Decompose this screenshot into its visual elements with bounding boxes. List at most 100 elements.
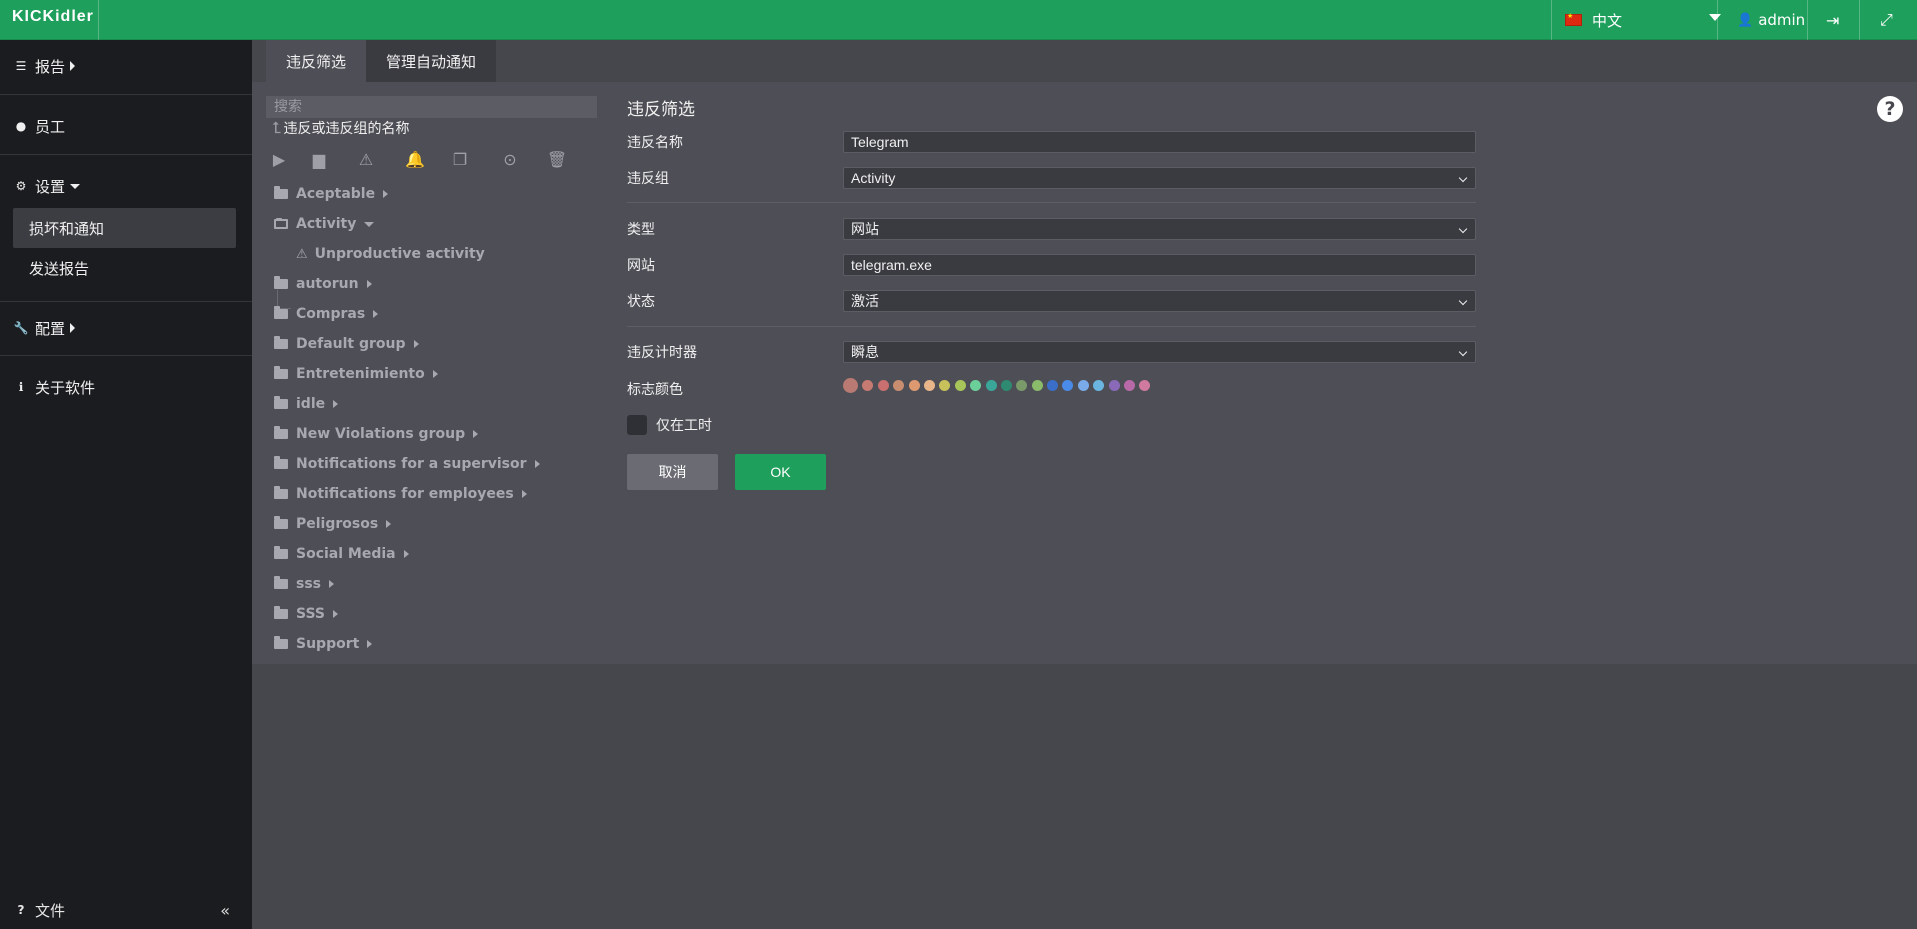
divider — [627, 202, 1476, 203]
chevron-right-icon — [373, 310, 379, 318]
app-logo[interactable]: KICKidler — [12, 8, 94, 26]
add-notification-icon[interactable]: 🔔 — [402, 146, 428, 172]
chevron-right-icon — [473, 430, 479, 438]
tree-item-label: Default group — [296, 336, 406, 352]
status-select[interactable]: 激活 — [843, 290, 1476, 312]
color-swatch[interactable] — [1047, 380, 1059, 391]
add-folder-icon[interactable]: ▆ — [306, 146, 332, 172]
tree-item-folder[interactable]: Default group — [274, 332, 419, 356]
tree-item-violation[interactable]: ⚠ Unproductive activity — [296, 242, 485, 266]
color-swatch[interactable] — [1124, 380, 1136, 391]
field-label-website: 网站 — [627, 258, 655, 274]
folder-icon — [274, 456, 288, 469]
color-swatch[interactable] — [843, 378, 858, 393]
folder-icon — [274, 306, 288, 319]
color-swatch[interactable] — [954, 380, 966, 391]
violation-timer-select[interactable]: 瞬息 — [843, 341, 1476, 363]
working-hours-only-checkbox[interactable]: 仅在工时 — [627, 415, 712, 435]
color-swatch[interactable] — [1077, 380, 1089, 391]
tree-item-folder[interactable]: SSS — [274, 602, 338, 626]
website-input[interactable]: telegram.exe — [843, 254, 1476, 276]
question-icon: ? — [17, 903, 25, 917]
chevron-right-icon — [534, 460, 540, 468]
tree-item-folder[interactable]: idle — [274, 392, 339, 416]
color-swatch[interactable] — [1062, 380, 1074, 391]
tree-item-label: sss — [296, 576, 321, 592]
violation-name-input[interactable]: Telegram — [843, 131, 1476, 153]
tree-item-folder[interactable]: Social Media — [274, 542, 409, 566]
wrench-icon: 🔧 — [13, 321, 29, 335]
tree-search-input[interactable] — [266, 96, 597, 118]
color-swatch[interactable] — [1000, 380, 1012, 391]
tree-item-folder[interactable]: Activity — [274, 212, 375, 236]
chevron-right-icon — [333, 610, 338, 618]
tree-item-folder[interactable]: Peligrosos — [274, 512, 392, 536]
divider — [0, 355, 252, 356]
chevron-right-icon — [70, 323, 76, 333]
color-swatch[interactable] — [1139, 380, 1151, 391]
divider — [0, 301, 252, 302]
cancel-button[interactable]: 取消 — [627, 454, 718, 490]
tree-item-folder[interactable]: Support — [274, 632, 373, 656]
chevron-right-icon — [432, 370, 438, 378]
sidebar-item-files[interactable]: ? 文件 « — [0, 890, 252, 929]
color-swatch[interactable] — [1016, 380, 1028, 391]
tree-item-label: Notifications for a supervisor — [296, 456, 527, 472]
sidebar-item-label: 文件 — [35, 901, 66, 920]
color-swatch[interactable] — [1108, 380, 1120, 391]
sidebar-item-about[interactable]: ℹ 关于软件 — [0, 367, 252, 407]
color-swatch[interactable] — [1031, 380, 1043, 391]
tree-item-folder[interactable]: Compras — [274, 302, 379, 326]
main-content: 违反筛选 管理自动通知 ⮤ 违反或违反组的名称 ▶ ▆ ⚠ 🔔 ❐ ⊙ 🗑 Ac… — [252, 40, 1917, 929]
type-select[interactable]: 网站 — [843, 218, 1476, 240]
checkbox-box[interactable] — [627, 415, 647, 435]
trash-icon[interactable]: 🗑 — [544, 146, 570, 172]
sidebar-item-label: 关于软件 — [35, 378, 96, 397]
field-label-violation-timer: 违反计时器 — [627, 345, 697, 361]
color-swatch[interactable] — [877, 380, 889, 391]
folder-icon — [274, 426, 288, 439]
tree-item-folder[interactable]: New Violations group — [274, 422, 479, 446]
user-menu[interactable]: 👤 admin — [1737, 0, 1805, 40]
tree-root[interactable]: ⮤ 违反或违反组的名称 — [272, 118, 409, 138]
add-violation-icon[interactable]: ⚠ — [353, 146, 379, 172]
tree-item-folder[interactable]: autorun — [274, 272, 372, 296]
tab-violation-filter[interactable]: 违反筛选 — [266, 40, 367, 82]
copy-icon[interactable]: ❐ — [447, 146, 473, 172]
expand-icon[interactable]: ⤢ — [1880, 0, 1893, 40]
tree-item-folder[interactable]: sss — [274, 572, 334, 596]
color-swatch[interactable] — [862, 380, 874, 391]
tree-item-folder[interactable]: Aceptable — [274, 182, 389, 206]
color-swatch[interactable] — [1093, 380, 1105, 391]
tree-item-folder[interactable]: Entretenimiento — [274, 362, 438, 386]
logout-icon[interactable]: ⇥ — [1826, 0, 1839, 40]
sidebar-item-config[interactable]: 🔧 配置 — [0, 308, 252, 348]
sidebar-item-send-reports[interactable]: 发送报告 — [13, 248, 236, 288]
color-swatch[interactable] — [908, 380, 920, 391]
tree-item-label: Compras — [296, 306, 366, 322]
help-icon[interactable]: ? — [1877, 96, 1903, 122]
color-swatch[interactable] — [970, 380, 982, 391]
tree-item-label: Notifications for employees — [296, 486, 514, 502]
color-swatch[interactable] — [893, 380, 905, 391]
violation-group-select[interactable]: Activity — [843, 167, 1476, 189]
collapse-sidebar-icon[interactable]: « — [220, 901, 230, 920]
sidebar-item-violations-notifications[interactable]: 损坏和通知 — [13, 208, 236, 248]
sidebar: ☰ 报告 ● 员工 ⚙ 设置 损坏和通知 发送报告 🔧 配置 ℹ 关于软件 ? … — [0, 40, 252, 929]
sidebar-item-employees[interactable]: ● 员工 — [0, 106, 252, 146]
tree-item-folder[interactable]: Notifications for employees — [274, 482, 527, 506]
play-icon[interactable]: ▶ — [266, 146, 292, 172]
language-select[interactable]: 中文 — [1565, 0, 1731, 40]
color-swatch[interactable] — [939, 380, 951, 391]
color-swatch[interactable] — [985, 380, 997, 391]
language-label: 中文 — [1592, 11, 1623, 30]
color-swatch[interactable] — [923, 380, 935, 391]
ok-button[interactable]: OK — [735, 454, 826, 490]
sidebar-item-reports[interactable]: ☰ 报告 — [0, 46, 252, 86]
sidebar-item-settings[interactable]: ⚙ 设置 — [0, 166, 252, 206]
warning-icon: ⚠ — [296, 246, 308, 262]
tree-item-folder[interactable]: Notifications for a supervisor — [274, 452, 540, 476]
toggle-icon[interactable]: ⊙ — [497, 146, 523, 172]
tab-auto-notifications[interactable]: 管理自动通知 — [366, 40, 497, 82]
chevron-right-icon — [333, 400, 339, 408]
